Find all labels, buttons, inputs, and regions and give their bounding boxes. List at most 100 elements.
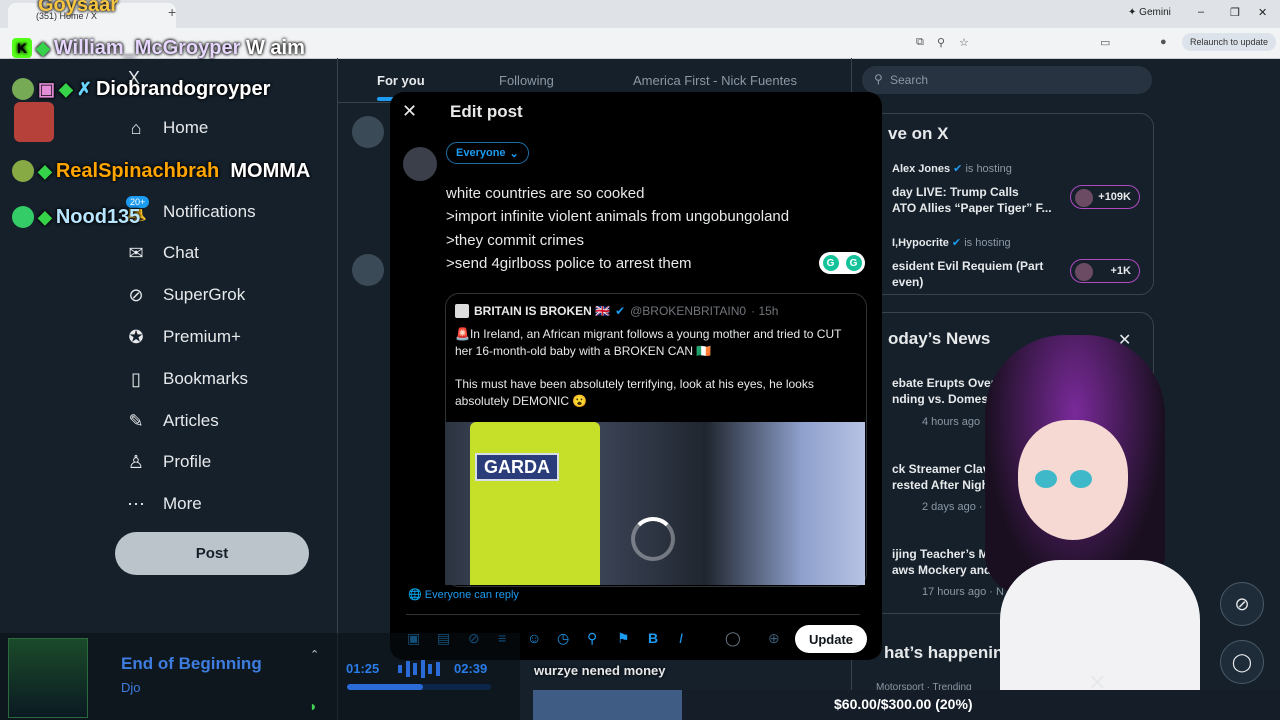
- star-icon[interactable]: ☆: [959, 36, 969, 49]
- media-figure: [470, 422, 600, 585]
- equalizer-icon: [398, 660, 440, 678]
- chat-username: RealSpinachbrah: [55, 159, 220, 182]
- nav-label: Home: [163, 118, 209, 137]
- chat-text: W aim: [245, 36, 305, 59]
- live-count-pill[interactable]: +109K: [1070, 185, 1140, 209]
- current-time: 01:25: [346, 661, 380, 676]
- italic-icon[interactable]: I: [679, 630, 683, 646]
- close-icon[interactable]: ✕: [402, 101, 417, 122]
- grammarly-widget[interactable]: GG: [819, 252, 865, 274]
- emoji-icon[interactable]: ☺: [527, 630, 541, 646]
- chat-username: Nood135: [55, 205, 141, 228]
- reply-setting[interactable]: 🌐 Everyone can reply: [408, 588, 519, 601]
- chat-message: ▣ ◆ ✗ Diobrandogroyper: [12, 74, 270, 104]
- close-icon[interactable]: ✕: [1118, 330, 1131, 350]
- collapse-icon[interactable]: ⌃: [310, 648, 319, 661]
- browser-tabstrip: [0, 0, 1280, 28]
- nav-supergrok[interactable]: ⊘ SuperGrok: [124, 280, 245, 310]
- minimize-icon[interactable]: –: [1198, 6, 1204, 18]
- grammarly-icon: G: [822, 255, 839, 271]
- nav-label: Premium+: [163, 327, 241, 346]
- nav-label: More: [163, 494, 202, 513]
- avatar[interactable]: [352, 254, 384, 286]
- nav-profile[interactable]: ♙ Profile: [124, 447, 211, 477]
- sword-icon: ✗: [76, 78, 92, 99]
- quoted-timestamp: · 15h: [751, 304, 779, 318]
- live-count-pill[interactable]: +1K: [1070, 259, 1140, 283]
- flag-icon[interactable]: ⚑: [617, 630, 630, 647]
- nav-premium[interactable]: ✪ Premium+: [124, 322, 241, 352]
- update-button[interactable]: Update: [795, 625, 867, 653]
- total-time: 02:39: [454, 661, 488, 676]
- mail-icon: ✉: [128, 242, 144, 263]
- restore-icon[interactable]: ❐: [1230, 6, 1240, 19]
- quoted-post-body: 🚨In Ireland, an African migrant follows …: [455, 326, 855, 426]
- donation-goal-text: $60.00/$300.00 (20%): [834, 696, 973, 712]
- live-title: ve on X: [888, 124, 949, 143]
- chevron-down-icon: ⌄: [509, 147, 519, 160]
- post-textarea[interactable]: white countries are so cooked >import in…: [446, 182, 789, 275]
- live-title-text[interactable]: day LIVE: Trump Calls ATO Allies “Paper …: [892, 184, 1052, 216]
- bold-icon[interactable]: B: [648, 630, 658, 646]
- articles-icon: ✎: [128, 410, 144, 431]
- relaunch-button[interactable]: Relaunch to update: [1182, 33, 1277, 51]
- search-icon: ⚲: [874, 72, 883, 86]
- chat-avatar: [12, 206, 34, 228]
- install-icon[interactable]: ⧉: [916, 36, 924, 49]
- vtuber-eye: [1070, 470, 1092, 488]
- nav-label: Chat: [163, 243, 199, 262]
- chat-text: MOMMA: [230, 159, 311, 182]
- audience-selector[interactable]: Everyone ⌄: [446, 142, 529, 164]
- reply-setting-label: Everyone can reply: [424, 589, 519, 601]
- home-icon: ⌂: [130, 117, 142, 138]
- sidepanel-icon[interactable]: ▭: [1100, 36, 1110, 49]
- search-placeholder: Search: [890, 73, 929, 87]
- tab-list[interactable]: America First - Nick Fuentes: [633, 73, 797, 88]
- avatar: [455, 304, 469, 318]
- tab-following[interactable]: Following: [499, 73, 554, 88]
- char-counter-icon: ◯: [725, 630, 741, 646]
- gem-icon: ◆: [59, 78, 73, 99]
- gem-icon: ◆: [38, 206, 52, 227]
- messages-icon[interactable]: ◯: [1220, 640, 1264, 684]
- nav-bookmarks[interactable]: ▯ Bookmarks: [124, 364, 248, 394]
- nav-chat[interactable]: ✉ Chat: [124, 238, 199, 268]
- nav-label: Articles: [163, 411, 219, 430]
- tab-for-you[interactable]: For you: [377, 73, 425, 88]
- news-item[interactable]: ck Streamer Clav rested After Nigh: [892, 461, 989, 493]
- post-button[interactable]: Post: [115, 532, 309, 575]
- whats-happening-title: hat’s happenin: [884, 643, 1004, 662]
- nav-label: Bookmarks: [163, 369, 249, 388]
- gem-icon: ◆: [38, 160, 52, 181]
- song-artist: Djo: [121, 680, 141, 695]
- chat-message: K ◆ William_McGroyper W aim: [12, 33, 305, 63]
- modal-title: Edit post: [450, 102, 523, 121]
- gem-icon: ◆: [36, 37, 50, 58]
- nav-home[interactable]: ⌂ Home: [124, 113, 209, 143]
- garda-patch: GARDA: [475, 453, 559, 481]
- chat-username: Diobrandogroyper: [95, 77, 271, 100]
- close-window-icon[interactable]: ✕: [1258, 6, 1267, 19]
- zoom-icon[interactable]: ⚲: [937, 36, 945, 49]
- nav-articles[interactable]: ✎ Articles: [124, 406, 219, 436]
- chat-username: Goysaar: [38, 0, 119, 16]
- schedule-icon[interactable]: ◷: [557, 630, 569, 647]
- nav-more[interactable]: ⋯ More: [124, 489, 202, 519]
- profile-avatar[interactable]: ●: [1160, 36, 1167, 48]
- donation-label: wurzye nened money: [534, 663, 666, 678]
- live-title-text[interactable]: esident Evil Requiem (Part even): [892, 258, 1043, 290]
- search-input[interactable]: ⚲ Search: [862, 66, 1152, 94]
- new-tab-icon[interactable]: +: [168, 4, 176, 20]
- add-post-icon[interactable]: ⊕: [768, 630, 780, 647]
- chat-message: ◆ Nood135: [12, 202, 140, 232]
- grok-icon[interactable]: ⊘: [1220, 582, 1264, 626]
- nav-label: SuperGrok: [163, 285, 246, 304]
- audience-label: Everyone: [456, 147, 506, 159]
- chat-message: Goysaar: [38, 0, 118, 20]
- gemini-button[interactable]: ✦ Gemini: [1128, 7, 1171, 18]
- more-icon: ⋯: [127, 493, 145, 514]
- location-icon[interactable]: ⚲: [587, 630, 597, 647]
- gemini-label: Gemini: [1139, 7, 1171, 18]
- avatar[interactable]: [352, 116, 384, 148]
- quoted-text: This must have been absolutely terrifyin…: [455, 377, 814, 408]
